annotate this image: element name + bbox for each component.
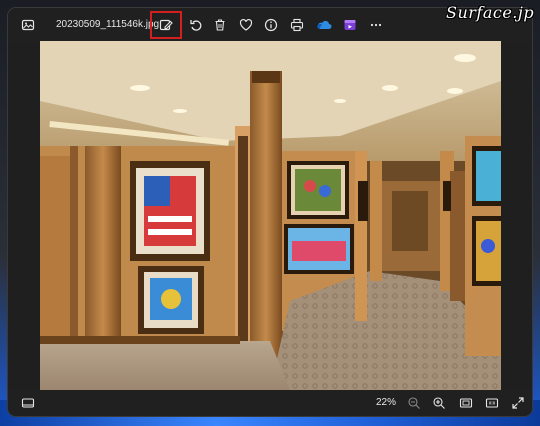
print-icon[interactable] [287, 15, 307, 35]
fit-to-window-icon[interactable] [456, 393, 476, 413]
photo-display[interactable] [40, 41, 501, 390]
favorite-heart-icon[interactable] [236, 15, 256, 35]
clipchamp-icon[interactable] [340, 15, 360, 35]
info-icon[interactable] [261, 15, 281, 35]
rotate-icon[interactable] [186, 15, 206, 35]
more-options-icon[interactable] [366, 15, 386, 35]
file-name: 20230509_111546k.jpg [56, 19, 160, 30]
gallery-icon[interactable] [18, 15, 38, 35]
delete-icon[interactable] [210, 15, 230, 35]
full-screen-icon[interactable] [508, 393, 528, 413]
filmstrip-toggle-icon[interactable] [18, 393, 38, 413]
onedrive-icon[interactable] [314, 15, 334, 35]
zoom-in-icon[interactable] [429, 393, 449, 413]
actual-size-icon[interactable] [482, 393, 502, 413]
photos-app-window: 20230509_111546k.jpg 22% [8, 8, 532, 416]
bottom-toolbar: 22% [8, 390, 532, 416]
site-watermark: Surface.jp [446, 3, 535, 22]
edit-button-highlight-box [150, 11, 182, 39]
art-gallery-photo [40, 41, 501, 390]
zoom-out-icon[interactable] [404, 393, 424, 413]
zoom-level: 22% [376, 397, 397, 408]
